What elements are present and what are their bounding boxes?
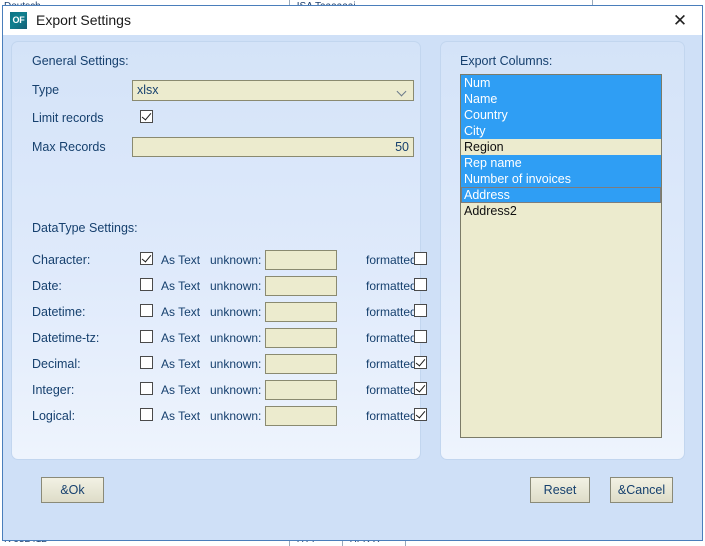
cancel-button[interactable]: &Cancel: [610, 477, 673, 503]
unknown-input[interactable]: [265, 406, 337, 426]
formatted-label: formatted:: [366, 331, 421, 345]
export-columns-heading: Export Columns:: [460, 54, 553, 68]
datatype-row-label: Datetime-tz:: [32, 331, 100, 345]
chevron-down-icon: [398, 88, 407, 94]
formatted-checkbox[interactable]: [414, 278, 427, 291]
as-text-checkbox[interactable]: [140, 408, 153, 421]
formatted-checkbox[interactable]: [414, 304, 427, 317]
close-icon[interactable]: ✕: [658, 6, 702, 34]
dialog-footer: &Ok Reset &Cancel: [11, 460, 694, 540]
dialog-body: General Settings: Type xlsx Limit record…: [3, 35, 702, 540]
unknown-input[interactable]: [265, 380, 337, 400]
as-text-checkbox[interactable]: [140, 356, 153, 369]
formatted-checkbox[interactable]: [414, 356, 427, 369]
list-item[interactable]: Country: [461, 107, 661, 123]
list-item[interactable]: Name: [461, 91, 661, 107]
formatted-label: formatted:: [366, 409, 421, 423]
unknown-input[interactable]: [265, 276, 337, 296]
formatted-label: formatted:: [366, 383, 421, 397]
unknown-label: unknown:: [210, 357, 262, 371]
datatype-settings-heading: DataType Settings:: [32, 221, 138, 235]
unknown-input[interactable]: [265, 302, 337, 322]
list-item[interactable]: City: [461, 123, 661, 139]
unknown-input[interactable]: [265, 250, 337, 270]
as-text-label: As Text: [161, 409, 201, 423]
formatted-checkbox[interactable]: [414, 330, 427, 343]
formatted-label: formatted:: [366, 279, 421, 293]
reset-button[interactable]: Reset: [530, 477, 590, 503]
list-item[interactable]: Address2: [461, 203, 661, 219]
as-text-label: As Text: [161, 331, 201, 345]
list-item[interactable]: Address: [461, 187, 661, 203]
datatype-row-label: Datetime:: [32, 305, 86, 319]
unknown-label: unknown:: [210, 331, 262, 345]
ok-button[interactable]: &Ok: [41, 477, 104, 503]
formatted-checkbox[interactable]: [414, 408, 427, 421]
general-settings-heading: General Settings:: [32, 54, 129, 68]
list-item[interactable]: Number of invoices: [461, 171, 661, 187]
list-item[interactable]: Region: [461, 139, 661, 155]
export-columns-listbox[interactable]: Num Name Country City Region Rep name Nu…: [460, 74, 662, 438]
unknown-input[interactable]: [265, 328, 337, 348]
unknown-input[interactable]: [265, 354, 337, 374]
as-text-label: As Text: [161, 305, 201, 319]
unknown-label: unknown:: [210, 305, 262, 319]
datatype-row-label: Character:: [32, 253, 91, 267]
list-item[interactable]: Rep name: [461, 155, 661, 171]
unknown-label: unknown:: [210, 253, 262, 267]
as-text-label: As Text: [161, 383, 201, 397]
export-columns-panel: Export Columns: Num Name Country City Re…: [440, 41, 685, 460]
type-combobox[interactable]: xlsx: [132, 80, 414, 101]
datatype-row-label: Date:: [32, 279, 62, 293]
formatted-label: formatted:: [366, 253, 421, 267]
formatted-label: formatted:: [366, 305, 421, 319]
as-text-checkbox[interactable]: [140, 304, 153, 317]
max-records-label: Max Records: [32, 140, 106, 154]
unknown-label: unknown:: [210, 409, 262, 423]
datatype-row-label: Decimal:: [32, 357, 81, 371]
app-logo-icon: OF: [10, 11, 27, 29]
as-text-checkbox[interactable]: [140, 252, 153, 265]
datatype-row-label: Integer:: [32, 383, 75, 397]
list-item[interactable]: Num: [461, 75, 661, 91]
unknown-label: unknown:: [210, 383, 262, 397]
max-records-input[interactable]: 50: [132, 137, 414, 157]
formatted-label: formatted:: [366, 357, 421, 371]
limit-records-label: Limit records: [32, 111, 104, 125]
limit-records-checkbox[interactable]: [140, 110, 153, 123]
as-text-checkbox[interactable]: [140, 330, 153, 343]
formatted-checkbox[interactable]: [414, 382, 427, 395]
type-label: Type: [32, 83, 60, 97]
as-text-label: As Text: [161, 279, 201, 293]
dialog-titlebar: OF Export Settings ✕: [3, 6, 702, 35]
as-text-checkbox[interactable]: [140, 278, 153, 291]
datatype-row-label: Logical:: [32, 409, 76, 423]
type-value: xlsx: [137, 83, 159, 97]
export-settings-dialog: OF Export Settings ✕ General Settings: T…: [2, 5, 703, 541]
as-text-label: As Text: [161, 357, 201, 371]
general-settings-panel: General Settings: Type xlsx Limit record…: [11, 41, 427, 460]
dialog-title: Export Settings: [36, 12, 131, 28]
as-text-checkbox[interactable]: [140, 382, 153, 395]
unknown-label: unknown:: [210, 279, 262, 293]
as-text-label: As Text: [161, 253, 201, 267]
panels-container: General Settings: Type xlsx Limit record…: [11, 41, 694, 460]
formatted-checkbox[interactable]: [414, 252, 427, 265]
